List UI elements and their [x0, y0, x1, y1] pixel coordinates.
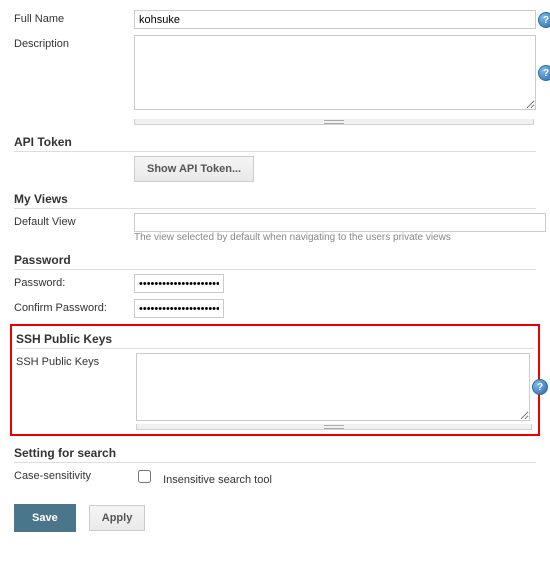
confirm-password-input[interactable] [134, 299, 224, 318]
help-icon[interactable] [532, 379, 548, 395]
help-icon[interactable] [538, 12, 550, 28]
password-label: Password: [14, 274, 134, 289]
ssh-keys-label: SSH Public Keys [16, 353, 136, 368]
section-api-token: API Token [14, 135, 536, 152]
spacer [14, 156, 134, 159]
section-my-views: My Views [14, 192, 536, 209]
description-label: Description [14, 35, 134, 50]
ssh-keys-input[interactable] [136, 353, 530, 421]
description-input[interactable] [134, 35, 536, 110]
insensitive-search-label: Insensitive search tool [163, 474, 272, 486]
section-ssh: SSH Public Keys [16, 332, 534, 349]
password-input[interactable] [134, 274, 224, 293]
default-view-input[interactable] [134, 213, 546, 232]
confirm-password-label: Confirm Password: [14, 299, 134, 314]
default-view-label: Default View [14, 213, 134, 228]
save-button[interactable]: Save [14, 504, 76, 532]
resize-handle[interactable] [134, 119, 534, 125]
section-search: Setting for search [14, 446, 536, 463]
ssh-highlight: SSH Public Keys SSH Public Keys [10, 324, 540, 436]
default-view-help: The view selected by default when naviga… [134, 232, 536, 243]
resize-handle[interactable] [136, 424, 532, 430]
show-api-token-button[interactable]: Show API Token... [134, 156, 254, 182]
full-name-label: Full Name [14, 10, 134, 25]
section-password: Password [14, 253, 536, 270]
case-sensitivity-label: Case-sensitivity [14, 467, 134, 482]
full-name-input[interactable] [134, 10, 536, 29]
help-icon[interactable] [538, 65, 550, 81]
apply-button[interactable]: Apply [89, 505, 146, 531]
insensitive-search-checkbox[interactable] [138, 470, 151, 483]
